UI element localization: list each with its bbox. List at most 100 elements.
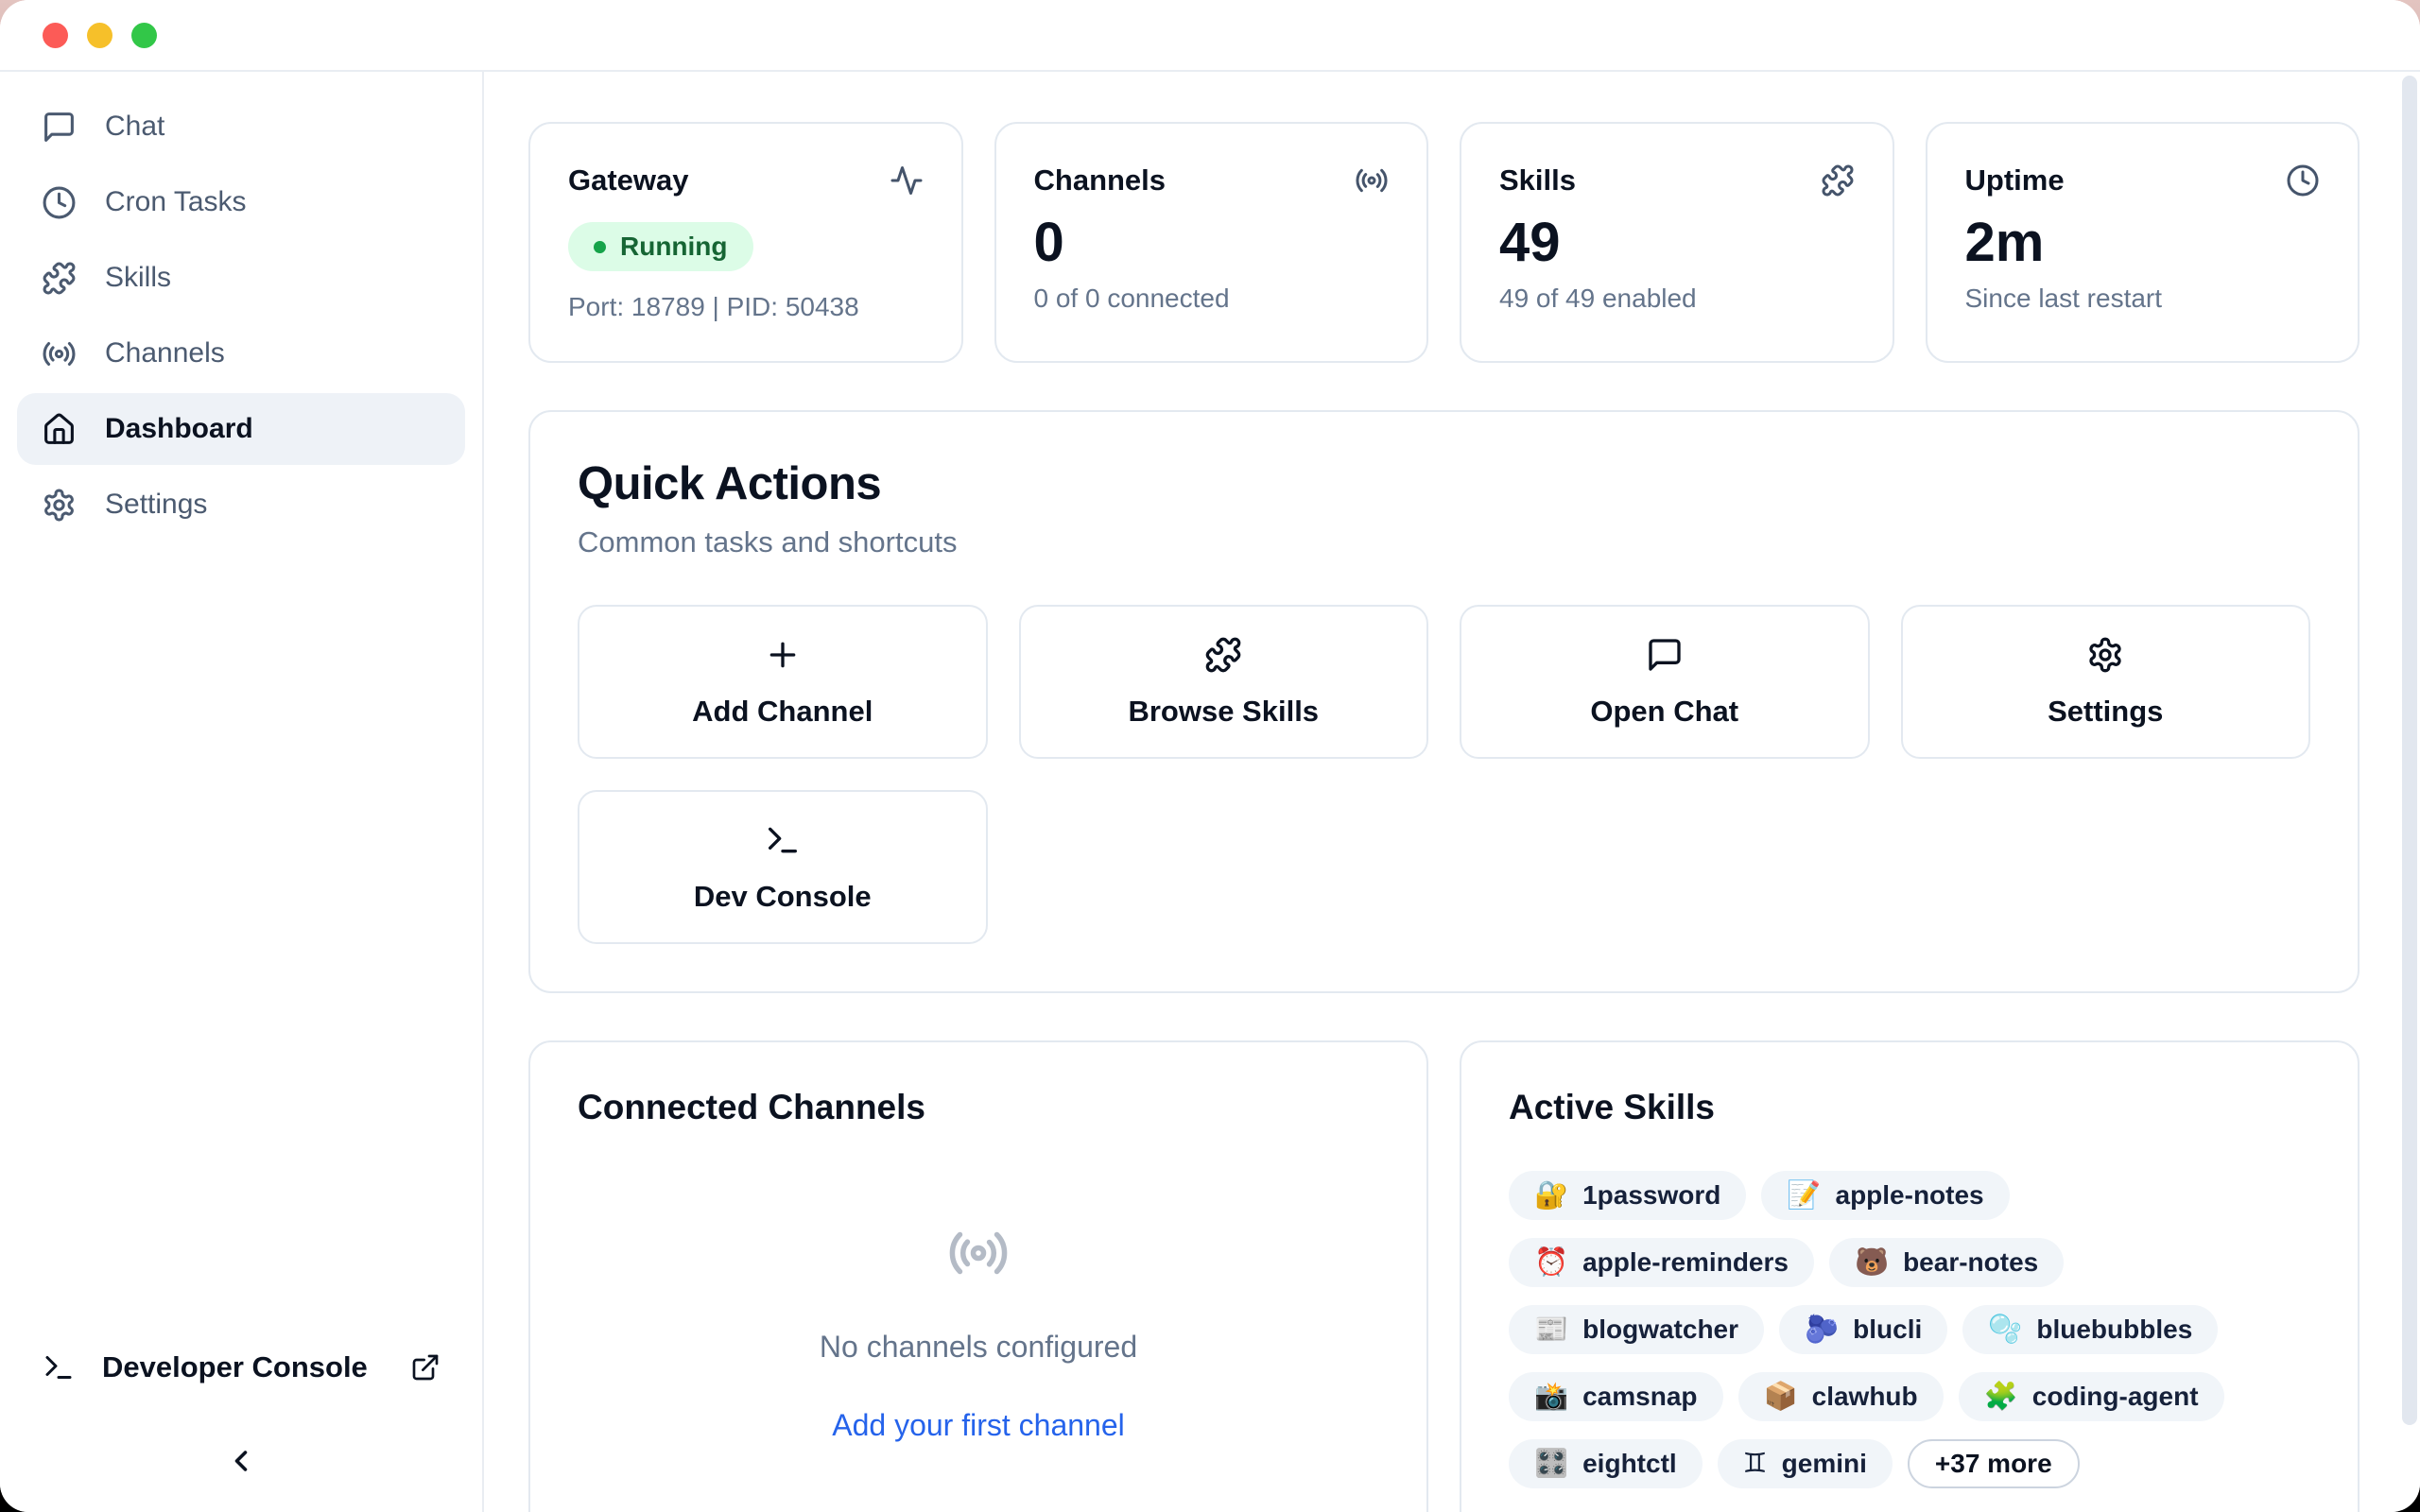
skill-badge: ⏰ apple-reminders [1509,1238,1814,1287]
skill-badge: 🔐1password [1509,1171,1746,1220]
developer-console-label: Developer Console [102,1350,368,1384]
skill-name: clawhub [1812,1382,1918,1412]
chevron-left-icon [224,1444,258,1478]
skill-badge: 📝apple-notes [1761,1171,2009,1220]
quick-actions-panel: Quick Actions Common tasks and shortcuts… [528,410,2360,993]
radio-icon [947,1222,1010,1284]
home-icon [42,412,77,447]
terminal-icon [764,821,802,859]
uptime-card-title: Uptime [1965,163,2065,198]
skill-emoji: 🧩 [1984,1383,2018,1411]
sidebar-item-skills[interactable]: Skills [17,242,465,314]
skill-emoji: 🔐 [1534,1182,1568,1210]
gear-icon [42,488,77,523]
connected-channels-title: Connected Channels [578,1088,1379,1127]
skill-emoji: 📦 [1764,1383,1798,1411]
puzzle-icon [1821,163,1855,198]
skill-badge: 📦 clawhub [1738,1372,1944,1421]
skills-card: Skills 49 49 of 49 enabled [1460,122,1894,363]
chat-bubble-icon [42,110,77,145]
skills-list: 🔐1password 📝apple-notes ⏰ apple-reminders… [1509,1171,2310,1488]
skill-emoji: ♊ [1743,1451,1768,1478]
browse-skills-button[interactable]: Browse Skills [1019,605,1429,759]
skill-emoji: 📸 [1534,1383,1568,1411]
sidebar-item-label: Dashboard [105,413,253,445]
skill-badge: 📸camsnap [1509,1372,1723,1421]
sidebar-item-settings[interactable]: Settings [17,469,465,541]
channels-count: 0 [1034,215,1390,272]
sidebar-item-label: Channels [105,337,225,369]
skill-badge: 🧩 coding-agent [1959,1372,2224,1421]
terminal-icon [42,1350,76,1384]
developer-console-link[interactable]: Developer Console [17,1334,465,1400]
sidebar-item-chat[interactable]: Chat [17,91,465,163]
skill-name: blucli [1853,1314,1922,1345]
channels-card: Channels 0 0 of 0 connected [994,122,1429,363]
sidebar-item-cron-tasks[interactable]: Cron Tasks [17,166,465,238]
sidebar: Chat Cron Tasks Skills Channels [0,72,484,1512]
puzzle-icon [1204,636,1242,674]
minimize-button[interactable] [87,23,112,48]
quick-actions-title: Quick Actions [578,457,2310,510]
skill-name: apple-notes [1836,1180,1984,1211]
radio-icon [1355,163,1389,198]
sidebar-footer: Developer Console [17,1334,465,1487]
skill-name: eightctl [1582,1449,1677,1479]
chat-bubble-icon [1646,636,1684,674]
browse-skills-label: Browse Skills [1128,695,1319,729]
zoom-button[interactable] [131,23,157,48]
stats-row: Gateway Running Port: 18789 | PID: 50438… [528,122,2360,363]
titlebar [0,0,2420,72]
skill-badge: 🎛️eightctl [1509,1439,1703,1488]
sidebar-item-label: Skills [105,262,171,294]
skill-badge: 🫐 blucli [1779,1305,1947,1354]
skill-name: apple-reminders [1582,1247,1789,1278]
more-skills-button[interactable]: +37 more [1908,1439,2080,1488]
sidebar-item-label: Settings [105,489,207,521]
skills-detail: 49 of 49 enabled [1499,284,1855,314]
skill-badge: 📰blogwatcher [1509,1305,1764,1354]
app-window: Chat Cron Tasks Skills Channels [0,0,2420,1512]
status-dot [594,241,606,253]
sidebar-item-label: Chat [105,111,164,143]
dev-console-button[interactable]: Dev Console [578,790,988,944]
activity-icon [890,163,924,198]
channels-detail: 0 of 0 connected [1034,284,1390,314]
dev-console-label: Dev Console [694,880,872,914]
settings-button[interactable]: Settings [1901,605,2311,759]
skill-name: blogwatcher [1582,1314,1738,1345]
skill-badge: 🐻bear-notes [1829,1238,2064,1287]
skill-name: bluebubbles [2036,1314,2192,1345]
uptime-detail: Since last restart [1965,284,2321,314]
uptime-card: Uptime 2m Since last restart [1926,122,2360,363]
skill-name: coding-agent [2032,1382,2199,1412]
skill-badge: ♊ gemini [1718,1439,1893,1488]
uptime-value: 2m [1965,215,2321,272]
gateway-detail: Port: 18789 | PID: 50438 [568,292,924,322]
open-chat-button[interactable]: Open Chat [1460,605,1870,759]
add-first-channel-link[interactable]: Add your first channel [832,1408,1125,1443]
clock-icon [2286,163,2320,198]
skill-name: gemini [1782,1449,1867,1479]
active-skills-title: Active Skills [1509,1088,2310,1127]
skill-emoji: 🫧 [1988,1316,2022,1344]
scrollbar-thumb[interactable] [2402,76,2417,1425]
no-channels-text: No channels configured [820,1330,1137,1365]
skill-emoji: ⏰ [1534,1249,1568,1277]
open-chat-label: Open Chat [1590,695,1738,729]
channels-card-title: Channels [1034,163,1167,198]
sidebar-item-channels[interactable]: Channels [17,318,465,389]
add-channel-button[interactable]: Add Channel [578,605,988,759]
skill-emoji: 🫐 [1805,1316,1839,1344]
collapse-sidebar-button[interactable] [215,1435,268,1487]
skill-name: bear-notes [1903,1247,2038,1278]
clock-icon [42,185,77,220]
sidebar-item-dashboard[interactable]: Dashboard [17,393,465,465]
close-button[interactable] [43,23,68,48]
gateway-card: Gateway Running Port: 18789 | PID: 50438 [528,122,963,363]
sidebar-item-label: Cron Tasks [105,186,247,218]
settings-label: Settings [2048,695,2163,729]
radio-icon [42,336,77,371]
dashboard-main: Gateway Running Port: 18789 | PID: 50438… [484,72,2420,1512]
puzzle-icon [42,261,77,296]
